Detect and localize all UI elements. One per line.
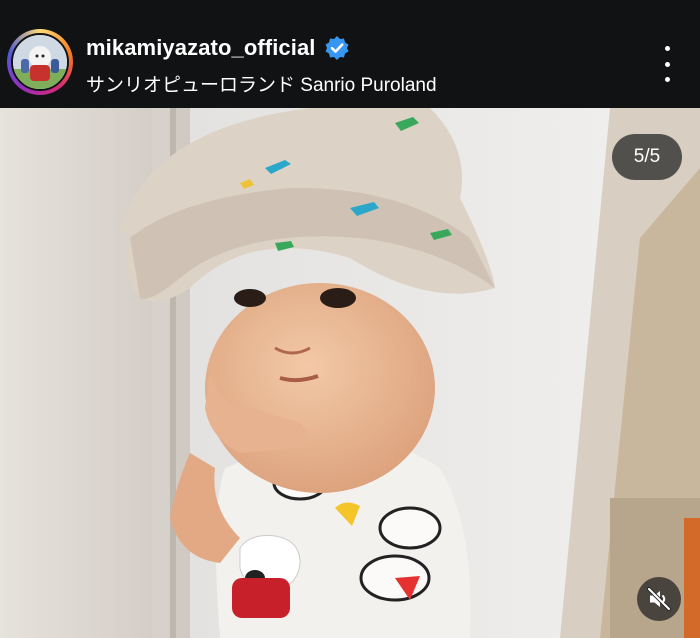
- more-dot: [664, 46, 670, 51]
- story-ring[interactable]: [7, 29, 73, 95]
- photo-illustration: [0, 108, 700, 638]
- more-dot: [664, 77, 670, 82]
- more-options-icon[interactable]: [652, 46, 682, 82]
- post-header: mikamiyazato_official サンリオピューロランド Sanrio…: [0, 0, 700, 108]
- carousel-counter: 5/5: [612, 134, 682, 180]
- username-row: mikamiyazato_official: [86, 34, 350, 62]
- avatar[interactable]: [11, 33, 69, 91]
- verified-badge-icon: [324, 35, 350, 61]
- avatar-image: [13, 35, 67, 89]
- username-link[interactable]: mikamiyazato_official: [86, 35, 316, 61]
- post-photo[interactable]: [0, 108, 700, 638]
- muted-speaker-icon[interactable]: [637, 577, 681, 621]
- more-dot: [664, 61, 670, 67]
- location-link[interactable]: サンリオピューロランド Sanrio Puroland: [86, 70, 437, 97]
- post-viewer: mikamiyazato_official サンリオピューロランド Sanrio…: [0, 0, 700, 638]
